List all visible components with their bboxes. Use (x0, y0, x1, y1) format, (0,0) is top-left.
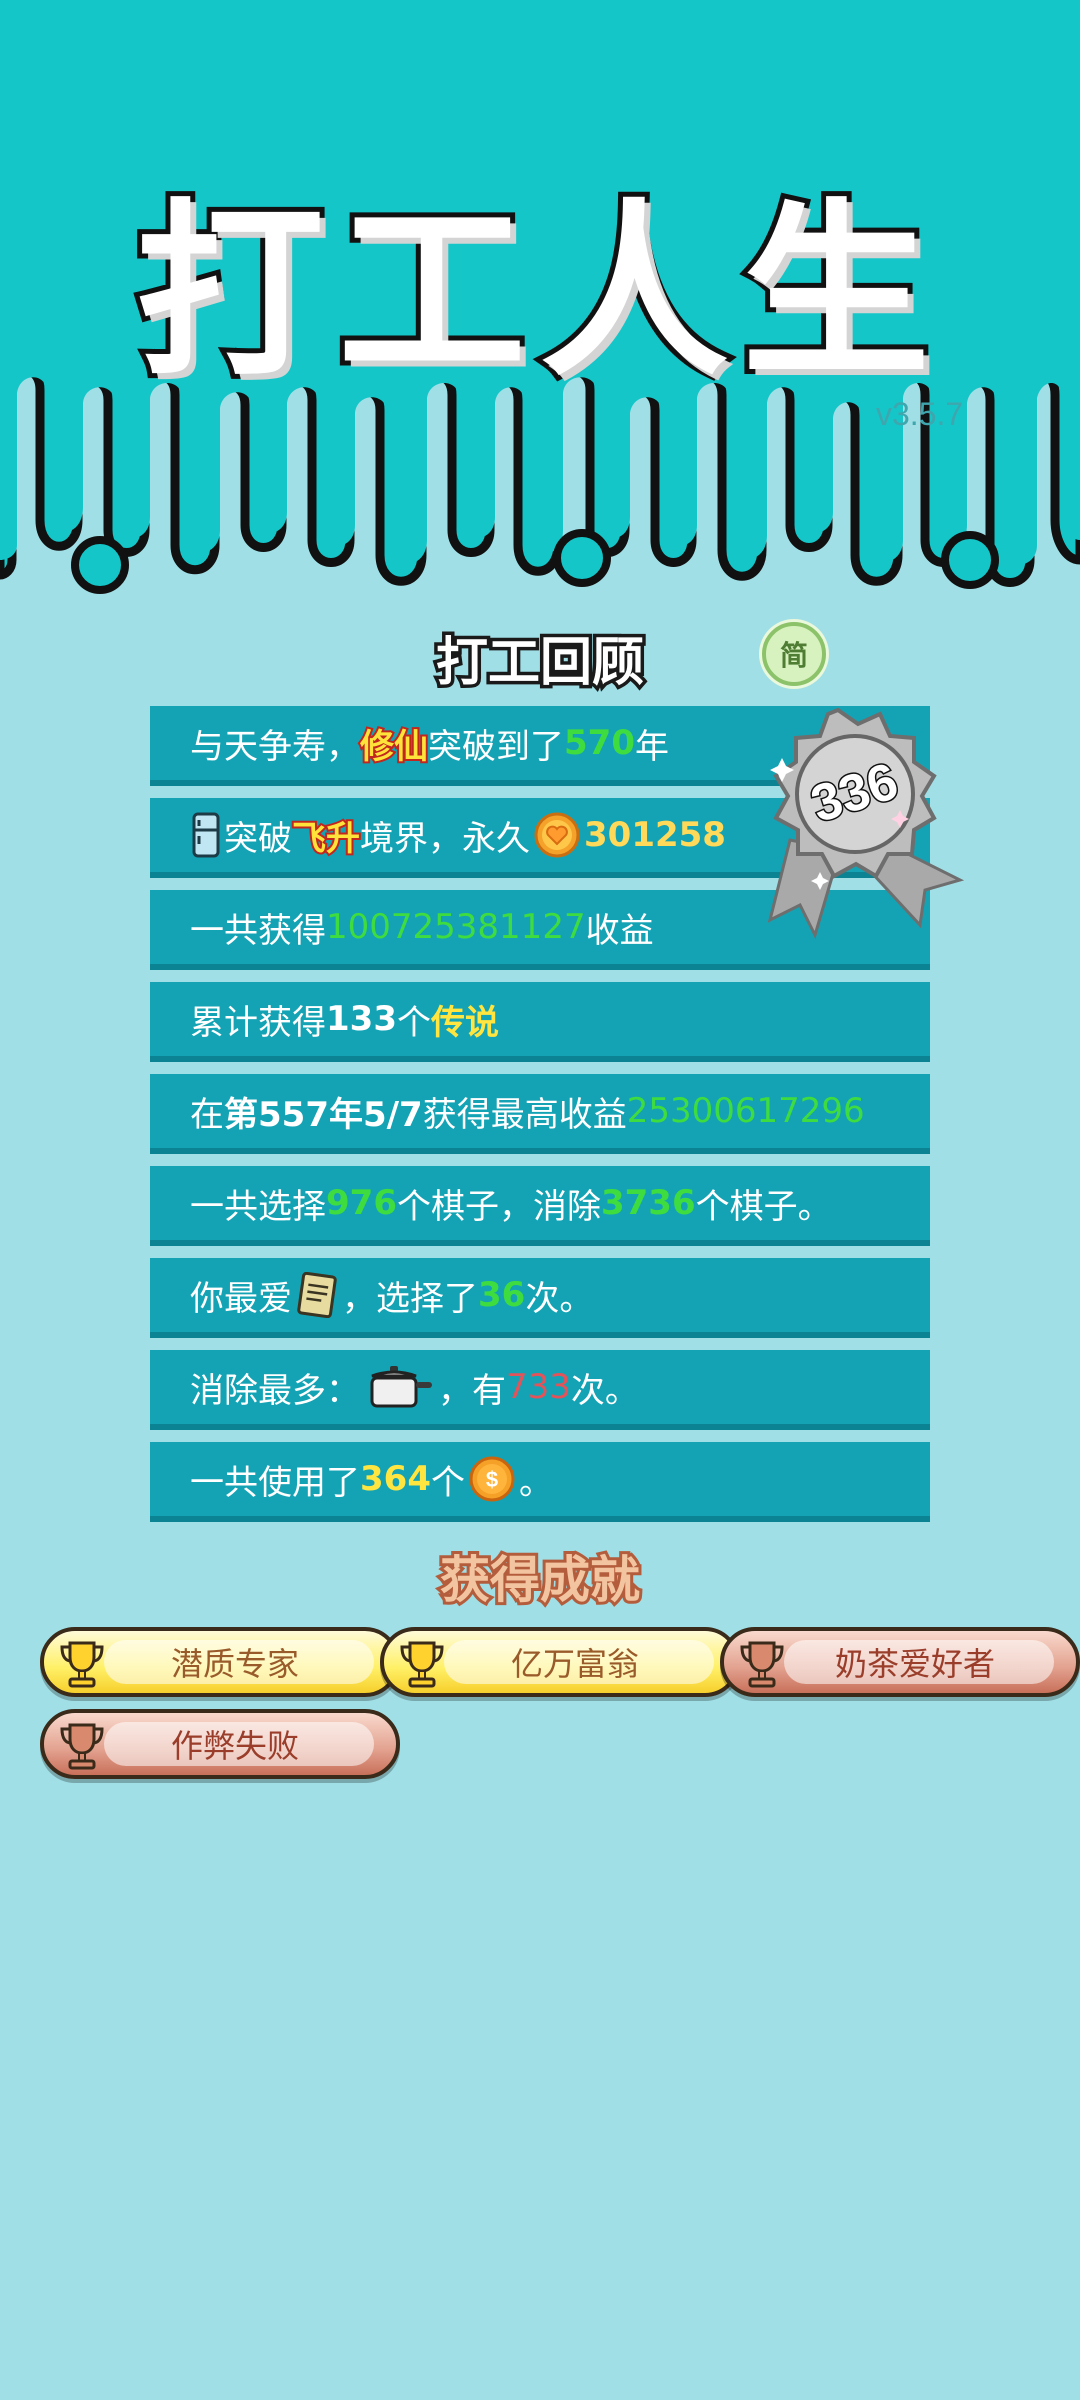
achievement-badge[interactable]: 作弊失败 (40, 1709, 400, 1779)
review-row-favorite: 你最爱 ，选择了 36 次。 (150, 1258, 930, 1338)
achievement-badge[interactable]: 亿万富翁 (380, 1627, 740, 1697)
achievement-badge[interactable]: 奶茶爱好者 (720, 1627, 1080, 1697)
review-row-most-removed: 消除最多： ，有 733 次。 (150, 1350, 930, 1430)
simplified-chinese-toggle[interactable]: 简 (762, 622, 826, 686)
achievements-title: 获得成就 (437, 1548, 643, 1612)
review-title: 打工回顾 (432, 630, 647, 697)
pot-icon (370, 1366, 432, 1408)
game-title: 打工人生 (131, 178, 944, 407)
book-icon (297, 1272, 337, 1318)
review-row-coins-used: 一共使用了 364 个 $ 。 (150, 1442, 930, 1522)
heart-coin-icon (534, 812, 580, 858)
dollar-coin-icon: $ (469, 1456, 515, 1502)
achievement-badge[interactable]: 潜质专家 (40, 1627, 400, 1697)
version-label: v3.5.7 (876, 396, 964, 432)
review-row-best-income: 在 第557年5/7 获得最高收益 25300617296 (150, 1074, 930, 1154)
review-row-legendary: 累计获得 133 个 传说 (150, 982, 930, 1062)
medal-icon: 336 (767, 707, 965, 940)
svg-text:$: $ (486, 1467, 498, 1492)
review-row-pieces: 一共选择 976 个棋子，消除 3736 个棋子。 (150, 1166, 930, 1246)
fridge-icon (192, 812, 220, 858)
